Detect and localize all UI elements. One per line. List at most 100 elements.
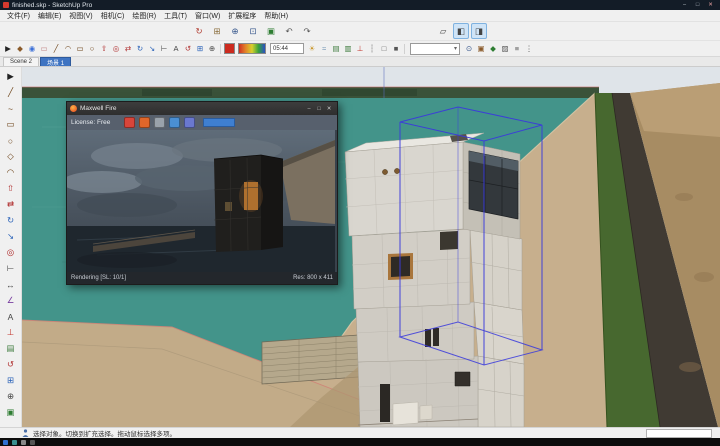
render-refresh-button[interactable] — [139, 117, 150, 128]
arc-button[interactable]: ◠ — [62, 43, 74, 55]
menu-item-5[interactable]: 工具(T) — [160, 11, 191, 21]
circle-button[interactable]: ○ — [86, 43, 98, 55]
scale-button[interactable]: ↘ — [146, 43, 158, 55]
rotate-button[interactable]: ↻ — [134, 43, 146, 55]
section-cut-button[interactable]: ▥ — [342, 43, 354, 55]
shadow-time-field[interactable]: 05:44 — [270, 43, 304, 54]
eraser-button[interactable]: ▭ — [38, 43, 50, 55]
menu-item-0[interactable]: 文件(F) — [3, 11, 34, 21]
offset-tool[interactable]: ◎ — [2, 245, 19, 260]
rectangle-button[interactable]: ▭ — [74, 43, 86, 55]
zoom-button[interactable]: ⊕ — [227, 23, 243, 39]
scale-tool[interactable]: ↘ — [2, 229, 19, 244]
render-options-button[interactable] — [184, 117, 195, 128]
color-gradient-strip[interactable] — [238, 43, 266, 54]
protractor-tool[interactable]: ∠ — [2, 293, 19, 308]
scene-tab-0[interactable]: Scene 2 — [3, 57, 39, 66]
zoom-extents-tool[interactable]: ▣ — [2, 405, 19, 420]
measurements-input[interactable] — [646, 429, 712, 438]
select-button[interactable]: ▶ — [2, 43, 14, 55]
tape-measure-button[interactable]: ⊢ — [158, 43, 170, 55]
rotate-tool[interactable]: ↻ — [2, 213, 19, 228]
rectangle-tool[interactable]: ▭ — [2, 117, 19, 132]
materials-button[interactable]: ▣ — [475, 43, 487, 55]
line-button[interactable]: ╱ — [50, 43, 62, 55]
text-button[interactable]: A — [170, 43, 182, 55]
components-button[interactable]: ◆ — [487, 43, 499, 55]
menu-item-7[interactable]: 扩展程序 — [224, 11, 260, 21]
guides-toggle-button[interactable]: ┆ — [366, 43, 378, 55]
make-component-button[interactable]: ◆ — [14, 43, 26, 55]
layers-button[interactable]: ≡ — [511, 43, 523, 55]
circle-tool[interactable]: ○ — [2, 133, 19, 148]
paint-bucket-button[interactable]: ◉ — [26, 43, 38, 55]
zoom-extents-button[interactable]: ▣ — [263, 23, 279, 39]
textured-mode-toggle[interactable]: ◨ — [471, 23, 487, 39]
orbit-button[interactable]: ↺ — [182, 43, 194, 55]
render-close-button[interactable]: ✕ — [324, 104, 334, 114]
zoom-tool[interactable]: ⊕ — [2, 389, 19, 404]
fog-toggle-button[interactable]: ≈ — [318, 43, 330, 55]
render-maximize-button[interactable]: □ — [314, 104, 324, 114]
zoom-button[interactable]: ⊕ — [206, 43, 218, 55]
shaded-mode-toggle[interactable]: ◧ — [453, 23, 469, 39]
render-minimize-button[interactable]: – — [304, 104, 314, 114]
title-bar[interactable]: finished.skp - SketchUp Pro –□✕ — [0, 0, 720, 10]
previous-view-button[interactable]: ↶ — [281, 23, 297, 39]
move-tool[interactable]: ⇄ — [2, 197, 19, 212]
pan-button[interactable]: ⊞ — [209, 23, 225, 39]
freehand-tool[interactable]: ~ — [2, 101, 19, 116]
menu-item-8[interactable]: 帮助(H) — [260, 11, 292, 21]
line-tool[interactable]: ╱ — [2, 85, 19, 100]
menu-item-1[interactable]: 编辑(E) — [34, 11, 65, 21]
menu-item-4[interactable]: 绘图(R) — [128, 11, 160, 21]
zoom-window-button[interactable]: ⊡ — [245, 23, 261, 39]
taskbar-app-3-icon[interactable] — [30, 440, 35, 445]
select-tool[interactable]: ▶ — [2, 69, 19, 84]
tape-measure-tool[interactable]: ⊢ — [2, 261, 19, 276]
xray-mode-toggle[interactable]: ▱ — [435, 23, 451, 39]
orbit-button[interactable]: ↻ — [191, 23, 207, 39]
taskbar-start-icon[interactable] — [3, 440, 8, 445]
push-pull-button[interactable]: ⇧ — [98, 43, 110, 55]
menu-item-3[interactable]: 相机(C) — [97, 11, 129, 21]
minimize-button[interactable]: – — [678, 0, 691, 10]
axes-toggle-button[interactable]: ⊥ — [354, 43, 366, 55]
model-building[interactable] — [345, 133, 524, 427]
text-tool[interactable]: A — [2, 309, 19, 324]
menu-item-6[interactable]: 窗口(W) — [191, 11, 224, 21]
geolocation-person-icon[interactable] — [22, 429, 29, 437]
taskbar-app-1-icon[interactable] — [12, 440, 17, 445]
menu-item-2[interactable]: 视图(V) — [65, 11, 96, 21]
scene-tab-1[interactable]: 场景 1 — [40, 57, 71, 66]
render-save-button[interactable] — [169, 117, 180, 128]
viewport[interactable]: Maxwell Fire –□✕ License: Free — [22, 67, 720, 427]
style-dropdown[interactable]: ▾ — [410, 43, 460, 55]
section-plane-tool[interactable]: ▤ — [2, 341, 19, 356]
next-view-button[interactable]: ↷ — [299, 23, 315, 39]
orbit-tool[interactable]: ↺ — [2, 357, 19, 372]
close-button[interactable]: ✕ — [704, 0, 717, 10]
active-color-chip[interactable] — [224, 43, 235, 54]
shadows-toggle-button[interactable]: ☀ — [306, 43, 318, 55]
wireframe-style-button[interactable]: □ — [378, 43, 390, 55]
pan-tool[interactable]: ⊞ — [2, 373, 19, 388]
styles-button[interactable]: ▨ — [499, 43, 511, 55]
offset-button[interactable]: ◎ — [110, 43, 122, 55]
polygon-tool[interactable]: ◇ — [2, 149, 19, 164]
dimension-tool[interactable]: ↔ — [2, 277, 19, 292]
outliner-button[interactable]: ⋮ — [523, 43, 535, 55]
render-window[interactable]: Maxwell Fire –□✕ License: Free — [66, 101, 338, 285]
section-display-button[interactable]: ▤ — [330, 43, 342, 55]
maximize-button[interactable]: □ — [691, 0, 704, 10]
push-pull-tool[interactable]: ⇧ — [2, 181, 19, 196]
pan-button[interactable]: ⊞ — [194, 43, 206, 55]
taskbar-app-2-icon[interactable] — [21, 440, 26, 445]
render-window-titlebar[interactable]: Maxwell Fire –□✕ — [67, 102, 337, 115]
axes-tool[interactable]: ⊥ — [2, 325, 19, 340]
render-start-button[interactable] — [124, 117, 135, 128]
move-button[interactable]: ⇄ — [122, 43, 134, 55]
render-stop-button[interactable] — [154, 117, 165, 128]
shaded-style-button[interactable]: ■ — [390, 43, 402, 55]
model-info-button[interactable]: ⊙ — [463, 43, 475, 55]
